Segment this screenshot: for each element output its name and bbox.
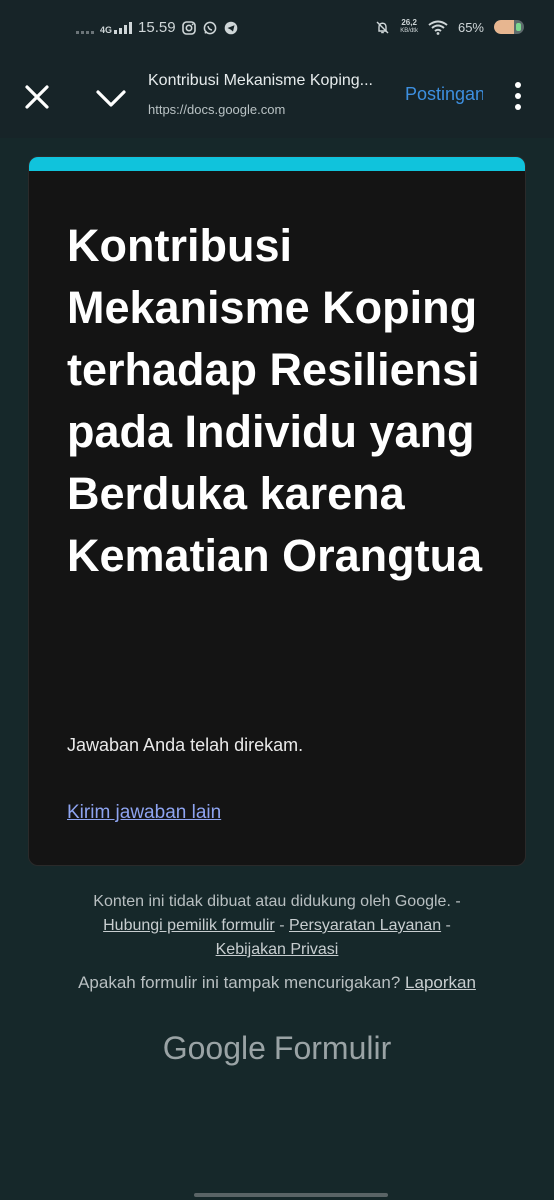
network-speed-value: 26,2 [401,18,417,27]
close-button[interactable] [22,82,52,112]
brand-product: Formulir [273,1030,392,1066]
battery-fill [494,20,514,34]
wifi-icon [428,20,448,35]
collapse-button[interactable] [94,84,128,112]
home-indicator[interactable] [194,1193,388,1197]
separator: - [279,917,285,934]
signal-strength-icon-2 [114,21,133,34]
network-4g-icon: 4G [100,21,133,35]
report-question: Apakah formulir ini tampak mencurigakan? [78,973,401,992]
footer-disclaimer: Konten ini tidak dibuat atau didukung ol… [0,890,554,962]
battery-percent: 65% [457,19,484,35]
separator: - [445,917,451,934]
report-row: Apakah formulir ini tampak mencurigakan?… [0,973,554,993]
privacy-policy-link[interactable]: Kebijakan Privasi [216,941,339,958]
chevron-down-icon [96,90,126,107]
close-icon [25,85,49,109]
card-accent-bar [29,157,525,171]
post-button[interactable]: Postingan [405,84,483,105]
more-vert-icon [515,82,521,88]
status-bar: 4G 15.59 26,2 KB/dtk 65% [0,0,554,58]
report-link[interactable]: Laporkan [405,973,476,992]
footer-line-2: Hubungi pemilik formulir - Persyaratan L… [0,914,554,938]
contact-owner-link[interactable]: Hubungi pemilik formulir [103,917,275,934]
browser-toolbar: Kontribusi Mekanisme Koping... https://d… [0,58,554,138]
footer-line-3: Kebijakan Privasi [0,938,554,962]
more-options-button[interactable] [510,80,526,112]
google-forms-logo: Google Formulir [0,1030,554,1067]
response-card: Kontribusi Mekanisme Koping terhadap Res… [28,156,526,866]
brand-google: Google [162,1030,266,1066]
form-title: Kontribusi Mekanisme Koping terhadap Res… [67,220,483,581]
telegram-icon [224,20,239,35]
clock: 15.59 [138,19,176,36]
confirmation-message: Jawaban Anda telah direkam. [67,735,304,755]
more-vert-icon-dot [515,104,521,110]
page-url[interactable]: https://docs.google.com [148,102,285,117]
battery-icon [494,20,524,34]
disclaimer-text: Konten ini tidak dibuat atau didukung ol… [93,893,451,910]
signal-strength-icon-1 [76,22,94,34]
page-title: Kontribusi Mekanisme Koping... [148,72,373,89]
terms-of-service-link[interactable]: Persyaratan Layanan [289,917,441,934]
network-type-label: 4G [100,24,113,35]
network-speed: 26,2 KB/dtk [400,19,418,35]
network-speed-unit: KB/dtk [400,28,418,34]
separator: - [455,893,461,910]
submit-another-response-link[interactable]: Kirim jawaban lain [67,802,221,824]
footer-line-1: Konten ini tidak dibuat atau didukung ol… [0,890,554,914]
status-left: 4G 15.59 [76,19,239,36]
instagram-icon [182,20,197,35]
whatsapp-icon [203,20,218,35]
bell-off-icon [375,20,390,35]
charging-indicator [516,23,521,31]
more-vert-icon-dot [515,93,521,99]
status-right: 26,2 KB/dtk 65% [375,19,524,35]
